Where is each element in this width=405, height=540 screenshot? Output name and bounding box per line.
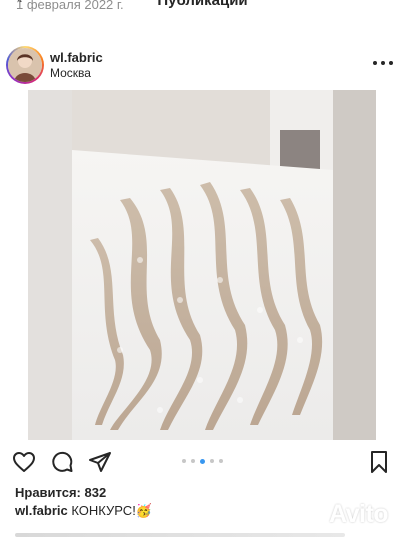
carousel-indicator (0, 458, 405, 464)
carousel-dot (182, 459, 186, 463)
bookmark-icon[interactable] (367, 450, 391, 474)
avito-watermark: Avito (298, 500, 389, 529)
more-horizontal-icon (373, 61, 377, 65)
caption-text: КОНКУРС! (71, 503, 136, 518)
avatar-image (8, 48, 42, 82)
caption: wl.fabric КОНКУРС!🥳 (15, 503, 152, 519)
carousel-dot (210, 459, 214, 463)
post-date: 1 февраля 2022 г. (16, 0, 124, 12)
fabric-photo (0, 90, 405, 440)
post-photo[interactable] (0, 90, 405, 440)
more-options-button[interactable] (373, 55, 393, 71)
post-username[interactable]: wl.fabric (50, 50, 103, 65)
caption-emoji: 🥳 (135, 503, 152, 518)
cropped-text-line (15, 533, 345, 537)
post-header: wl.fabric Москва (0, 40, 405, 90)
action-row (0, 446, 405, 478)
avito-logo-icon (300, 504, 324, 526)
watermark-text: Avito (329, 500, 389, 528)
post-location[interactable]: Москва (50, 66, 91, 80)
avatar[interactable] (6, 46, 44, 84)
carousel-dot (219, 459, 223, 463)
caption-username[interactable]: wl.fabric (15, 503, 68, 518)
carousel-dot (191, 459, 195, 463)
carousel-dot-active (200, 458, 205, 464)
likes-count[interactable]: Нравится: 832 (15, 485, 106, 500)
top-strip: Публикации 1 февраля 2022 г. (0, 0, 405, 24)
